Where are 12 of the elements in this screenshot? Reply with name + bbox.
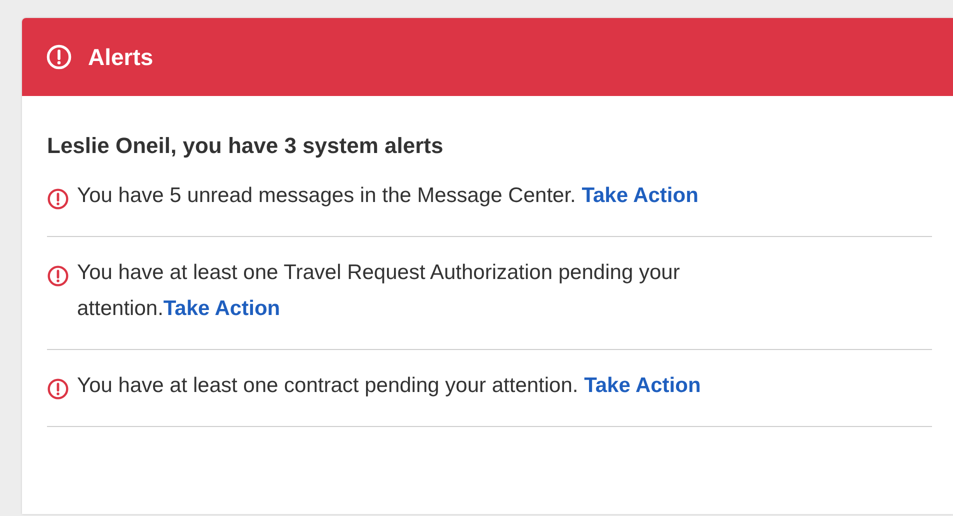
take-action-link[interactable]: Take Action	[584, 374, 701, 397]
alert-message: You have 5 unread messages in the Message Center. Take Action	[77, 183, 700, 209]
alert-icon	[47, 188, 69, 210]
panel-title: Alerts	[88, 42, 154, 72]
alert-icon	[47, 264, 69, 287]
take-action-link[interactable]: Take Action	[582, 184, 698, 207]
alert-icon	[47, 378, 69, 400]
alert-message: You have at least one contract pending your attention. Take Action	[77, 373, 702, 399]
alerts-summary: Leslie Oneil, you have 3 system alerts	[47, 132, 444, 160]
alert-message: You have at least one Travel Request Authorization pending your attention.Take Action	[77, 260, 681, 322]
take-action-link[interactable]: Take Action	[163, 297, 280, 320]
alert-icon	[46, 44, 72, 70]
